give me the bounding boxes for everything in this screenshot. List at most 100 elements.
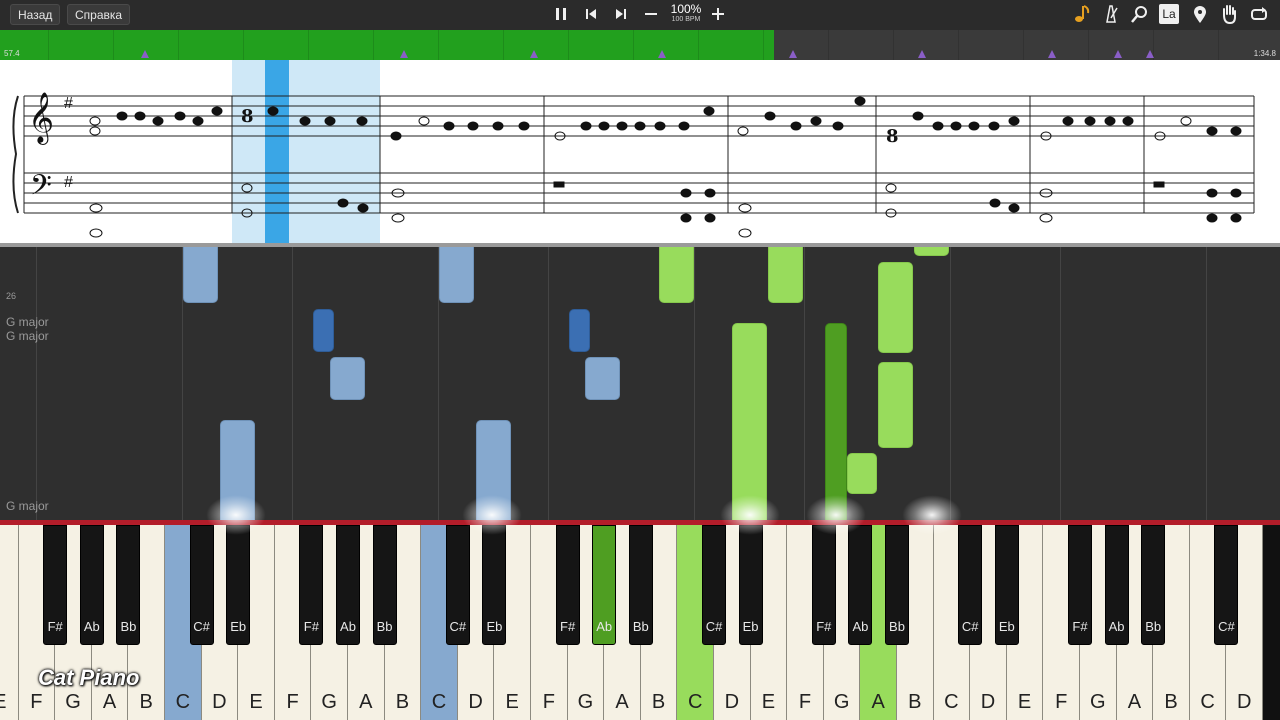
- black-key[interactable]: Bb: [885, 525, 909, 645]
- song-progress-bar[interactable]: 57.4 1:34.8: [0, 30, 1280, 60]
- key-glow: [720, 495, 780, 535]
- black-key[interactable]: Eb: [226, 525, 251, 645]
- black-key[interactable]: C#: [1214, 525, 1239, 645]
- black-key[interactable]: Bb: [628, 525, 653, 645]
- magnify-icon[interactable]: [1129, 3, 1151, 25]
- falling-note: [183, 247, 218, 303]
- black-key[interactable]: Bb: [372, 525, 397, 645]
- speed-readout: 100% 100 BPM: [667, 3, 705, 24]
- black-key[interactable]: C#: [189, 525, 214, 645]
- back-button[interactable]: Назад: [10, 4, 61, 25]
- key-signature-label: G major: [6, 329, 49, 343]
- bookmark-marker[interactable]: [658, 50, 666, 58]
- bookmark-marker[interactable]: [789, 50, 797, 58]
- black-key[interactable]: F#: [299, 525, 324, 645]
- white-key-label: E: [249, 691, 263, 713]
- loop-icon[interactable]: [1248, 3, 1270, 25]
- score-staves: 𝄞 𝄢 # # 8 8: [12, 60, 1255, 243]
- white-key-label: A: [359, 691, 373, 713]
- white-key-label: A: [615, 691, 629, 713]
- black-key[interactable]: C#: [702, 525, 726, 645]
- bookmark-marker[interactable]: [400, 50, 408, 58]
- speed-increase-icon[interactable]: [707, 3, 729, 25]
- black-key-label: Ab: [1108, 619, 1125, 634]
- black-key-label: C#: [449, 619, 467, 634]
- metronome-icon[interactable]: [1100, 3, 1122, 25]
- white-key-label: F: [286, 691, 299, 713]
- help-button[interactable]: Справка: [67, 4, 131, 25]
- white-key-label: F: [798, 691, 812, 713]
- black-key[interactable]: Eb: [482, 525, 507, 645]
- key-signature-label: G major: [6, 315, 49, 329]
- white-key-label: A: [871, 691, 885, 713]
- white-key-label: F: [30, 691, 43, 713]
- white-key-label: B: [395, 691, 410, 713]
- black-key-label: F#: [303, 619, 319, 634]
- black-key[interactable]: Ab: [336, 525, 360, 645]
- bookmark-marker[interactable]: [1146, 50, 1154, 58]
- hand-icon[interactable]: [1218, 3, 1240, 25]
- bookmark-marker[interactable]: [918, 50, 926, 58]
- bookmark-marker[interactable]: [1114, 50, 1122, 58]
- black-key-label: F#: [560, 619, 576, 634]
- black-key[interactable]: Ab: [1104, 525, 1129, 645]
- svg-text:8: 8: [241, 106, 254, 127]
- black-key[interactable]: F#: [1068, 525, 1092, 645]
- black-key-label: Eb: [230, 619, 247, 634]
- black-key[interactable]: Eb: [738, 525, 763, 645]
- white-key-label: B: [908, 691, 922, 713]
- black-key[interactable]: Ab: [592, 525, 617, 645]
- falling-note: [659, 247, 694, 303]
- white-key-label: F: [1055, 691, 1068, 713]
- black-key[interactable]: F#: [811, 525, 836, 645]
- falling-note: [439, 247, 474, 303]
- key-glow: [806, 495, 866, 535]
- note-icon[interactable]: [1071, 3, 1093, 25]
- black-key-label: Eb: [486, 619, 503, 634]
- bookmark-marker[interactable]: [1048, 50, 1056, 58]
- speed-percent: 100%: [670, 2, 702, 16]
- black-key[interactable]: C#: [958, 525, 983, 645]
- white-key-label: D: [212, 691, 227, 713]
- white-key[interactable]: E: [0, 525, 19, 720]
- black-key-label: Eb: [998, 619, 1015, 634]
- bookmark-marker[interactable]: [530, 50, 538, 58]
- white-key-label: F: [542, 691, 555, 713]
- black-key[interactable]: Bb: [1141, 525, 1166, 645]
- black-key-label: F#: [47, 619, 63, 634]
- sheet-music[interactable]: 𝄞 𝄢 # # 8 8: [0, 60, 1280, 243]
- bookmark-marker[interactable]: [141, 50, 149, 58]
- black-key-label: F#: [816, 619, 832, 634]
- total-time: 1:34.8: [1253, 49, 1276, 58]
- black-key-label: Bb: [1145, 619, 1162, 634]
- location-pin-icon[interactable]: [1189, 3, 1211, 25]
- falling-note: [878, 362, 913, 448]
- white-key-label: B: [1164, 691, 1178, 713]
- black-key[interactable]: Ab: [848, 525, 873, 645]
- black-key-label: C#: [705, 619, 723, 634]
- skip-back-icon[interactable]: [580, 3, 602, 25]
- white-key-label: C: [1200, 691, 1215, 713]
- white-key-label: C: [175, 691, 191, 713]
- white-key-label: A: [1127, 691, 1142, 713]
- black-key[interactable]: Eb: [994, 525, 1019, 645]
- falling-note: [825, 323, 847, 520]
- white-key-label: G: [321, 691, 337, 713]
- white-key-label: C: [944, 691, 959, 713]
- white-key-label: D: [468, 691, 483, 713]
- svg-text:#: #: [64, 174, 73, 191]
- black-key-label: Ab: [596, 619, 613, 634]
- white-key-label: B: [139, 691, 153, 713]
- label-toggle-icon[interactable]: La: [1159, 4, 1179, 24]
- black-key[interactable]: F#: [43, 525, 68, 645]
- black-key[interactable]: Ab: [79, 525, 104, 645]
- black-key[interactable]: Bb: [116, 525, 141, 645]
- pause-icon[interactable]: [550, 3, 572, 25]
- white-key-label: G: [65, 691, 81, 713]
- speed-decrease-icon[interactable]: [640, 3, 662, 25]
- white-key-label: G: [577, 691, 594, 713]
- black-key[interactable]: C#: [445, 525, 470, 645]
- white-key-label: B: [651, 691, 666, 713]
- black-key[interactable]: F#: [555, 525, 580, 645]
- skip-forward-icon[interactable]: [610, 3, 632, 25]
